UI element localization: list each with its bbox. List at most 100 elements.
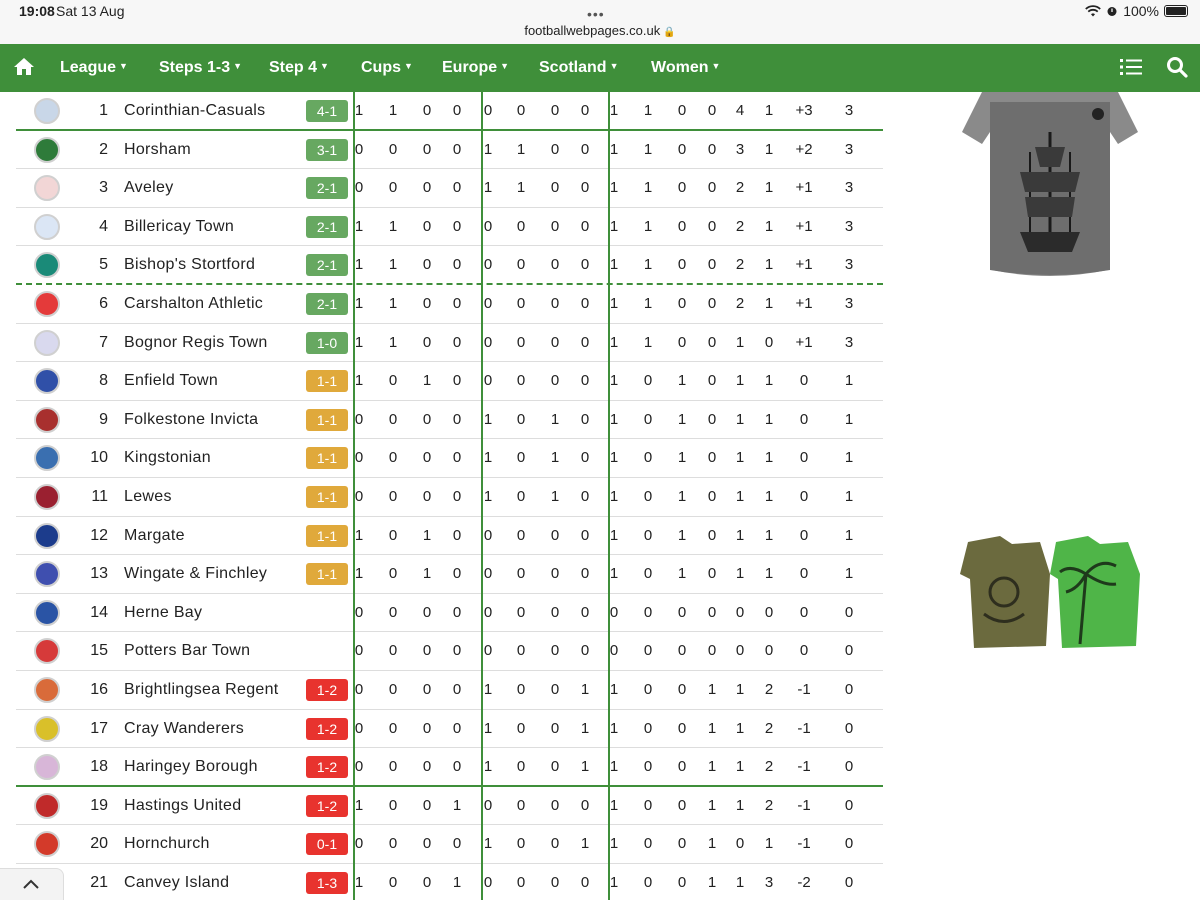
team-name-link[interactable]: Billericay Town — [124, 218, 234, 236]
stat-cell: 3 — [844, 102, 854, 119]
last-result-badge[interactable]: 4-1 — [306, 100, 348, 122]
team-name-link[interactable]: Bognor Regis Town — [124, 334, 268, 352]
position: 4 — [99, 217, 108, 235]
nav-europe[interactable]: Europe ▼ — [442, 59, 509, 77]
table-row[interactable]: 17 Cray Wanderers 1-2 0 0 0 0 1 0 0 1 1 0 0 1 1 2 -1 0 — [16, 710, 883, 749]
last-result-badge[interactable]: 1-2 — [306, 717, 348, 740]
last-result-badge[interactable]: 1-1 — [306, 563, 348, 586]
stat-cell: 0 — [707, 526, 717, 544]
nav-step-4[interactable]: Step 4 ▼ — [269, 59, 329, 77]
team-name-link[interactable]: Herne Bay — [124, 604, 202, 622]
table-row[interactable]: 10 Kingstonian 1-1 0 0 0 0 1 0 1 0 1 0 1 0 1 1 0 1 — [16, 439, 883, 478]
table-row[interactable]: 4 Billericay Town 2-1 1 1 0 0 0 0 0 0 1 1 0 0 2 1 +1 3 — [16, 208, 883, 247]
table-row[interactable]: 13 Wingate & Finchley 1-1 1 0 1 0 0 0 0 0 1 0 1 0 1 1 0 1 — [16, 555, 883, 594]
nav-cups[interactable]: Cups ▼ — [361, 59, 413, 77]
last-result-badge[interactable]: 1-1 — [306, 524, 348, 547]
table-row[interactable]: 11 Lewes 1-1 0 0 0 0 1 0 1 0 1 0 1 0 1 1 0 1 — [16, 478, 883, 517]
stat-cell: 1 — [643, 179, 653, 197]
table-row[interactable]: 15 Potters Bar Town 0 0 0 0 0 0 0 0 0 0 0 0 0 0 0 0 — [16, 632, 883, 671]
team-name-link[interactable]: Aveley — [124, 179, 174, 197]
team-name-link[interactable]: Folkestone Invicta — [124, 411, 258, 429]
nav-league[interactable]: League ▼ — [60, 59, 128, 77]
table-row[interactable]: 7 Bognor Regis Town 1-0 1 1 0 0 0 0 0 0 1 1 0 0 1 0 +1 3 — [16, 324, 883, 363]
last-result-badge[interactable]: 2-1 — [306, 215, 348, 238]
last-result-badge[interactable]: 2-1 — [306, 293, 348, 315]
table-row[interactable]: 8 Enfield Town 1-1 1 0 1 0 0 0 0 0 1 0 1 0 1 1 0 1 — [16, 362, 883, 401]
last-result-badge[interactable]: 1-1 — [306, 486, 348, 508]
team-name-link[interactable]: Haringey Borough — [124, 758, 258, 776]
table-row[interactable]: 20 Hornchurch 0-1 0 0 0 0 1 0 0 1 1 0 0 1 0 1 -1 0 — [16, 825, 883, 864]
nav-scotland[interactable]: Scotland ▼ — [539, 59, 618, 77]
nav-women[interactable]: Women ▼ — [651, 59, 720, 77]
team-name-link[interactable]: Kingstonian — [124, 449, 211, 467]
last-result-badge[interactable]: 1-2 — [306, 679, 348, 701]
team-name-link[interactable]: Corinthian-Casuals — [124, 102, 265, 120]
team-name-link[interactable]: Horsham — [124, 141, 191, 159]
team-name-link[interactable]: Hornchurch — [124, 835, 210, 853]
table-row[interactable]: 2 Horsham 3-1 0 0 0 0 1 1 0 0 1 1 0 0 3 1 +2 3 — [16, 131, 883, 170]
team-name-link[interactable]: Cray Wanderers — [124, 720, 244, 738]
team-name-link[interactable]: Bishop's Stortford — [124, 256, 255, 274]
stat-cell: 0 — [580, 526, 590, 544]
caret-down-icon: ▼ — [500, 61, 510, 71]
stat-cell: 0 — [354, 681, 364, 698]
team-name-link[interactable]: Potters Bar Town — [124, 642, 250, 660]
table-row[interactable]: 1 Corinthian-Casuals 4-1 1 1 0 0 0 0 0 0 1 1 0 0 4 1 +3 3 — [16, 92, 883, 131]
table-row[interactable]: 12 Margate 1-1 1 0 1 0 0 0 0 0 1 0 1 0 1 1 0 1 — [16, 517, 883, 556]
scroll-up-button[interactable] — [0, 868, 64, 900]
henley-shirts-ad[interactable] — [960, 534, 1140, 654]
stat-cell: 1 — [677, 488, 687, 505]
team-name-link[interactable]: Margate — [124, 527, 185, 545]
nav-steps-1-3[interactable]: Steps 1-3 ▼ — [159, 59, 242, 77]
team-name-link[interactable]: Enfield Town — [124, 372, 218, 390]
team-name-link[interactable]: Hastings United — [124, 797, 241, 815]
stat-cell: 0 — [516, 874, 526, 891]
ship-tshirt-ad[interactable] — [960, 92, 1140, 277]
stat-cell: 0 — [516, 603, 526, 621]
last-result-badge[interactable]: 1-2 — [306, 756, 348, 779]
last-result-badge[interactable]: 2-1 — [306, 254, 348, 277]
last-result-badge[interactable]: 1-3 — [306, 872, 348, 894]
stat-cell: 1 — [516, 140, 526, 158]
stat-cell: 3 — [844, 333, 854, 351]
table-row[interactable]: 16 Brightlingsea Regent 1-2 0 0 0 0 1 0 0 1 1 0 0 1 1 2-… — [16, 671, 883, 710]
stat-cell: 0 — [452, 488, 462, 505]
table-row[interactable]: 14 Herne Bay 0 0 0 0 0 0 0 0 0 0 0 0 0 0 0 0 — [16, 594, 883, 633]
last-result-badge[interactable]: 0-1 — [306, 833, 348, 856]
stat-cell: 0 — [707, 217, 717, 235]
team-name-link[interactable]: Canvey Island — [124, 874, 229, 892]
table-row[interactable]: 5 Bishop's Stortford 2-1 1 1 0 0 0 0 0 0 1 1 0 0 2 1 +1 3 — [16, 246, 883, 285]
last-result-badge[interactable]: 1-2 — [306, 794, 348, 817]
stat-cell: 0 — [452, 102, 462, 119]
table-row[interactable]: 9 Folkestone Invicta 1-1 0 0 0 0 1 0 1 0 1 0 1 0 1 1 0 1 — [16, 401, 883, 440]
stat-cell: 1 — [707, 758, 717, 776]
stat-cell: 1 — [707, 719, 717, 737]
last-result-badge[interactable]: 3-1 — [306, 138, 348, 161]
table-row[interactable]: 19 Hastings United 1-2 1 0 0 1 0 0 0 0 1 0 0 1 1 2 -1 0 — [16, 787, 883, 826]
table-row[interactable]: 18 Haringey Borough 1-2 0 0 0 0 1 0 0 1 1 0 0 1 1 2 -1 0 — [16, 748, 883, 787]
last-result-badge[interactable]: 1-1 — [306, 408, 348, 431]
last-result-badge[interactable]: 1-0 — [306, 331, 348, 354]
stat-cell: 0 — [516, 526, 526, 544]
last-result-badge[interactable]: 1-1 — [306, 370, 348, 393]
address-bar[interactable]: footballwebpages.co.uk 🔒 — [0, 23, 1200, 38]
table-row[interactable]: 6 Carshalton Athletic 2-1 1 1 0 0 0 0 0 0 1 1 0 0 2 1 +1 3 — [16, 285, 883, 324]
team-name-link[interactable]: Lewes — [124, 488, 172, 506]
list-icon[interactable] — [1120, 57, 1142, 77]
team-name-link[interactable]: Wingate & Finchley — [124, 565, 267, 583]
table-row[interactable]: 21 Canvey Island 1-3 1 0 0 1 0 0 0 0 1 0 0 1 1 3 -2 0 — [16, 864, 883, 900]
multitasking-dots-icon[interactable]: ••• — [587, 6, 605, 22]
table-row[interactable]: 3 Aveley 2-1 0 0 0 0 1 1 0 0 1 1 0 0 2 1 +1 3 — [16, 169, 883, 208]
home-icon[interactable] — [12, 55, 36, 79]
last-result-badge[interactable]: 1-1 — [306, 447, 348, 470]
stat-cell: 0 — [516, 835, 526, 853]
search-icon[interactable] — [1166, 56, 1188, 78]
stat-cell: 0 — [516, 719, 526, 737]
stat-cell: 0 — [799, 642, 809, 660]
stat-cell: 0 — [452, 140, 462, 158]
last-result-badge[interactable]: 2-1 — [306, 177, 348, 200]
stat-cell: 0 — [354, 410, 364, 428]
team-name-link[interactable]: Brightlingsea Regent — [124, 681, 279, 699]
stat-cell: 1 — [609, 874, 619, 891]
team-name-link[interactable]: Carshalton Athletic — [124, 295, 263, 313]
